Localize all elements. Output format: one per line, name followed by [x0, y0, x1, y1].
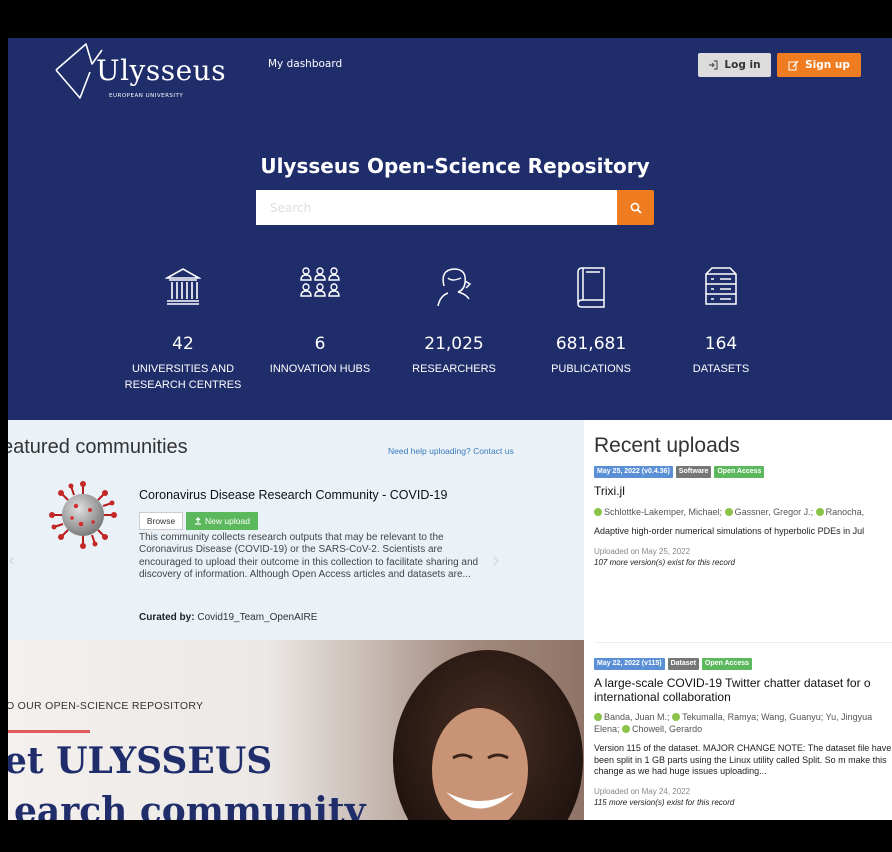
curated-by: Curated by: Covid19_Team_OpenAIRE [139, 612, 317, 623]
nav-my-dashboard[interactable]: My dashboard [268, 58, 342, 70]
date-badge: May 22, 2022 (v115) [594, 658, 665, 670]
database-icon [705, 267, 737, 305]
stat-value: 681,681 [555, 334, 627, 354]
record-description: Adaptive high-order numerical simulation… [594, 526, 865, 536]
carousel-next-icon[interactable]: › [492, 548, 500, 572]
stat-innovation-hubs: 6 INNOVATION HUBS [255, 266, 385, 377]
record-versions: 115 more version(s) exist for this recor… [594, 797, 735, 807]
publications-icon [577, 267, 605, 308]
date-badge: May 25, 2022 (v0.4.36) [594, 466, 673, 478]
curated-label: Curated by: [139, 612, 195, 623]
stat-publications: 681,681 PUBLICATIONS [526, 266, 656, 377]
author[interactable]: Banda, Juan M.; [604, 712, 670, 722]
author[interactable]: Tekumalla, Ramya; Wang, Guanyu; Yu, Jing… [682, 712, 872, 722]
stat-label: UNIVERSITIES AND RESEARCH CENTRES [124, 363, 242, 391]
author[interactable]: Schlottke-Lakemper, Michael; [604, 507, 722, 517]
banner-headline-2: earch community [14, 790, 366, 820]
new-upload-button[interactable]: New upload [186, 512, 258, 530]
stat-researchers: 21,025 RESEARCHERS [389, 266, 519, 377]
type-badge: Software [675, 466, 712, 478]
banner-headline-1: et ULYSSEUS [8, 740, 273, 782]
browser-viewport: Ulysseus EUROPEAN UNIVERSITY My dashboar… [8, 38, 892, 820]
login-button[interactable]: Log in [698, 53, 771, 77]
record-title[interactable]: A large-scale COVID-19 Twitter chatter d… [594, 676, 892, 704]
recent-uploads-section: Recent uploads May 25, 2022 (v0.4.36) So… [584, 420, 892, 820]
orcid-icon [815, 507, 824, 516]
search-button[interactable] [617, 190, 654, 225]
browse-button[interactable]: Browse [139, 512, 183, 530]
stat-label: DATASETS [692, 363, 750, 375]
orcid-icon [622, 724, 631, 733]
stat-datasets: 164 DATASETS [656, 266, 786, 377]
type-badge: Dataset [667, 658, 699, 670]
featured-title: eatured communities [8, 436, 188, 458]
access-badge: Open Access [714, 466, 765, 478]
orcid-icon [594, 713, 602, 721]
university-icon [165, 268, 201, 305]
orcid-icon [724, 507, 733, 516]
upload-icon [195, 517, 202, 525]
sign-in-icon [709, 60, 719, 70]
upload-record: May 22, 2022 (v115) Dataset Open Access … [594, 658, 892, 807]
stat-universities: 42 UNIVERSITIES AND RESEARCH CENTRES [118, 266, 248, 393]
new-upload-label: New upload [205, 516, 250, 526]
search-icon [630, 202, 642, 214]
record-title[interactable]: Trixi.jl [594, 484, 892, 499]
author[interactable]: Gassner, Gregor J.; [735, 507, 814, 517]
logo-subtitle: EUROPEAN UNIVERSITY [109, 93, 184, 99]
recent-uploads-title: Recent uploads [594, 434, 740, 457]
author[interactable]: Ranocha, [826, 507, 865, 517]
stat-value: 21,025 [424, 334, 484, 354]
signup-label: Sign up [805, 59, 850, 71]
record-authors: Schlottke-Lakemper, Michael; Gassner, Gr… [594, 507, 892, 519]
community-title[interactable]: Coronavirus Disease Research Community -… [139, 488, 447, 502]
record-uploaded-date: Uploaded on May 24, 2022 [594, 786, 691, 796]
stat-label: PUBLICATIONS [551, 363, 631, 375]
curated-value: Covid19_Team_OpenAIRE [197, 612, 318, 623]
researcher-icon [437, 268, 472, 307]
search-input[interactable] [256, 190, 618, 225]
carousel-prev-icon[interactable]: ‹ [8, 550, 15, 571]
featured-communities-section: eatured communities Need help uploading?… [8, 420, 584, 640]
stat-label: RESEARCHERS [412, 363, 496, 375]
logo-text: Ulysseus [96, 54, 227, 87]
access-badge: Open Access [701, 658, 753, 670]
edit-icon [788, 60, 799, 70]
orcid-icon [594, 507, 602, 516]
login-label: Log in [724, 59, 761, 71]
stat-value: 164 [704, 334, 738, 354]
stat-value: 6 [314, 334, 326, 354]
banner-divider [8, 730, 90, 733]
record-authors: Banda, Juan M.; Tekumalla, Ramya; Wang, … [594, 712, 892, 735]
welcome-banner: O OUR OPEN-SCIENCE REPOSITORY et ULYSSEU… [8, 640, 584, 820]
community-description: This community collects research outputs… [139, 532, 479, 580]
author[interactable]: Chowell, Gerardo [632, 724, 702, 734]
record-versions: 107 more version(s) exist for this recor… [594, 557, 735, 567]
stat-label: INNOVATION HUBS [269, 363, 371, 375]
author[interactable]: Elena; [594, 724, 620, 734]
banner-kicker: O OUR OPEN-SCIENCE REPOSITORY [8, 700, 204, 712]
record-uploaded-date: Uploaded on May 25, 2022 [594, 546, 691, 556]
page-title: Ulysseus Open-Science Repository [260, 154, 650, 178]
people-grid-icon [300, 267, 340, 297]
signup-button[interactable]: Sign up [777, 53, 861, 77]
record-divider [594, 642, 892, 643]
help-upload-link[interactable]: Need help uploading? Contact us [388, 446, 514, 456]
coronavirus-logo [49, 481, 117, 549]
upload-record: May 25, 2022 (v0.4.36) Software Open Acc… [594, 466, 892, 567]
orcid-icon [672, 713, 681, 721]
stat-value: 42 [172, 334, 194, 354]
record-description: Version 115 of the dataset. MAJOR CHANGE… [594, 743, 892, 776]
hero-section: Ulysseus EUROPEAN UNIVERSITY My dashboar… [8, 38, 892, 420]
smiling-woman-photo [393, 650, 583, 820]
ulysseus-logo[interactable]: Ulysseus EUROPEAN UNIVERSITY [52, 42, 232, 104]
